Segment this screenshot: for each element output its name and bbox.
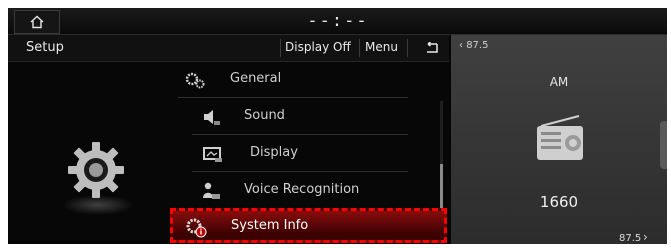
previous-frequency-value: 87.5 bbox=[466, 40, 489, 51]
current-frequency: 1660 bbox=[539, 193, 579, 211]
previous-frequency[interactable]: ‹ 87.5 bbox=[459, 40, 488, 51]
home-icon bbox=[30, 15, 44, 29]
radio-band: AM bbox=[549, 75, 569, 89]
settings-gear-icon bbox=[68, 142, 124, 198]
widget-side-tab[interactable] bbox=[660, 121, 667, 169]
radio-widget[interactable]: ‹ 87.5 AM 1660 87.5 › bbox=[451, 35, 667, 244]
menu-item-label: General bbox=[230, 71, 282, 86]
setup-header: Setup Display Off Menu bbox=[8, 35, 449, 62]
radio-icon bbox=[537, 115, 583, 160]
menu-item-general[interactable]: General bbox=[178, 63, 408, 98]
header-divider bbox=[359, 39, 360, 57]
back-button[interactable] bbox=[420, 39, 442, 57]
menu-item-display[interactable]: Display bbox=[192, 137, 408, 172]
gear-icon bbox=[185, 72, 205, 89]
back-arrow-icon bbox=[427, 42, 438, 53]
menu-item-label: System Info bbox=[231, 218, 309, 233]
gear-reflection bbox=[62, 195, 134, 215]
display-off-button[interactable]: Display Off bbox=[285, 40, 351, 54]
head-unit-screen: --:-- Setup Display Off Menu General Sou… bbox=[8, 8, 667, 244]
header-divider bbox=[280, 39, 281, 57]
menu-item-label: Sound bbox=[244, 108, 285, 123]
page-title: Setup bbox=[26, 40, 64, 55]
menu-item-sound[interactable]: Sound bbox=[192, 100, 408, 135]
top-status-bar: --:-- bbox=[8, 8, 667, 35]
seek-back-icon: ‹ bbox=[459, 40, 463, 51]
home-button[interactable] bbox=[14, 10, 60, 34]
system-info-icon bbox=[186, 218, 207, 238]
menu-item-system-info[interactable]: System Info bbox=[170, 208, 447, 243]
menu-item-label: Display bbox=[250, 145, 298, 160]
menu-item-label: Voice Recognition bbox=[244, 182, 360, 197]
clock: --:-- bbox=[307, 11, 369, 31]
speaker-icon bbox=[204, 110, 220, 125]
menu-button[interactable]: Menu bbox=[365, 40, 398, 54]
display-icon bbox=[203, 147, 222, 162]
menu-item-voice-recognition[interactable]: Voice Recognition bbox=[192, 174, 408, 208]
seek-forward-icon[interactable]: › bbox=[643, 230, 648, 244]
header-divider bbox=[407, 39, 408, 57]
next-frequency: 87.5 bbox=[619, 233, 642, 244]
voice-icon bbox=[203, 182, 220, 199]
